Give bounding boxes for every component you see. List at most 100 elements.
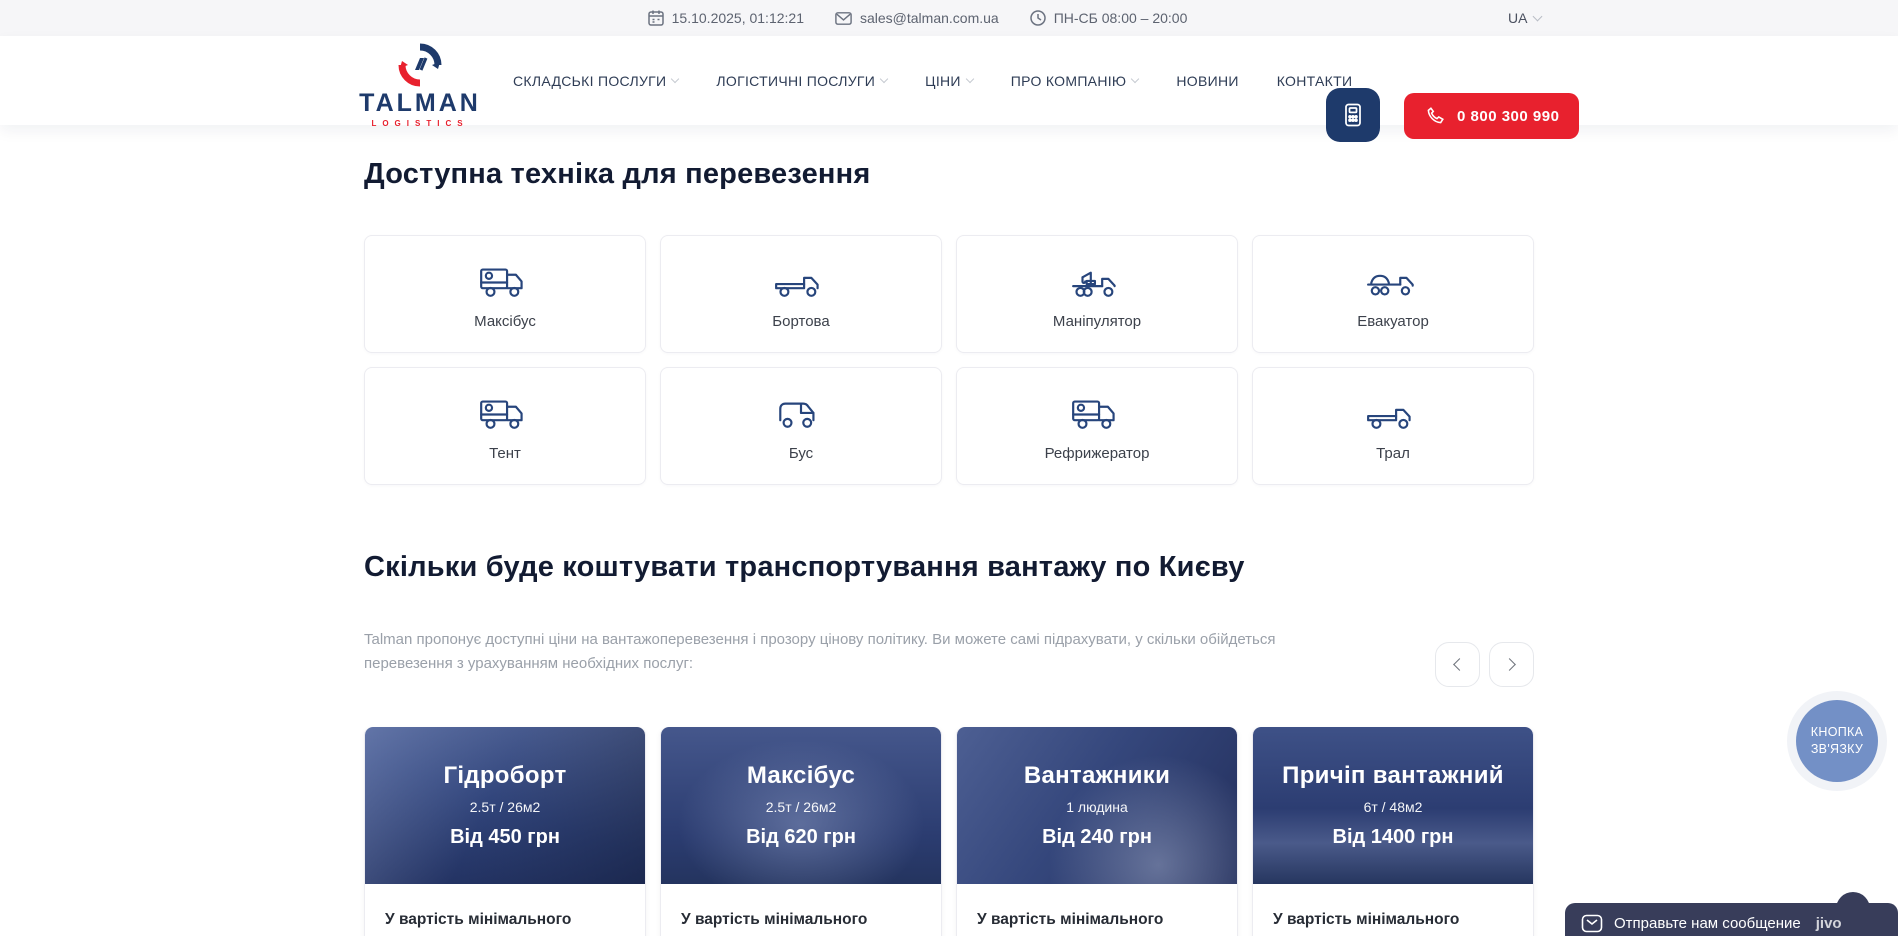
box-truck-icon [476,264,534,300]
vehicle-card-crane[interactable]: Маніпулятор [956,235,1238,353]
nav-label: ЛОГІСТИЧНІ ПОСЛУГИ [716,73,875,89]
phone-icon [1424,106,1445,127]
jivo-logo: jivo [1816,915,1842,932]
calendar-icon [647,9,665,27]
price-card-image: Максібус 2.5т / 26м2 Від 620 грн [661,727,941,884]
vehicles-section-title: Доступна техніка для перевезення [364,158,1534,191]
nav-label: КОНТАКТИ [1277,73,1353,89]
callback-label-line1: КНОПКА [1811,724,1863,741]
price-card-title: Максібус [747,762,855,790]
vehicles-grid: Максібус Бортова Маніпулятор Евакуатор Т… [364,235,1534,485]
vehicle-card-refrigerator[interactable]: Рефрижератор [956,367,1238,485]
price-card-price: Від 450 грн [450,826,560,849]
chat-widget-bar[interactable]: Отправьте нам сообщение jivo [1565,903,1898,936]
carousel-arrows [1435,642,1534,687]
tent-truck-icon [476,396,534,432]
carousel-prev-button[interactable] [1435,642,1480,687]
vehicle-label: Максібус [474,313,536,330]
price-card-price: Від 240 грн [1042,826,1152,849]
price-card-note: У вартість мінімального замовлення за 45… [385,908,625,936]
envelope-icon [834,9,853,27]
price-card-note: У вартість мінімального замовлення за 45… [1273,908,1513,936]
chat-label: Отправьте нам сообщение [1614,915,1801,932]
carousel-next-button[interactable] [1489,642,1534,687]
site-header: TALMAN LOGISTICS СКЛАДСЬКІ ПОСЛУГИ ЛОГІС… [0,36,1898,125]
nav-news[interactable]: НОВИНИ [1176,73,1238,89]
logo[interactable]: TALMAN LOGISTICS [352,42,488,128]
nav-label: СКЛАДСЬКІ ПОСЛУГИ [513,73,666,89]
price-card-price: Від 620 грн [746,826,856,849]
price-card-title: Причіп вантажний [1282,762,1504,790]
van-icon [772,396,830,432]
email-link[interactable]: sales@talman.com.ua [834,9,999,27]
price-card-spec: 6т / 48м2 [1364,799,1423,815]
phone-call-button[interactable]: 0 800 300 990 [1404,93,1579,139]
nav-prices[interactable]: ЦІНИ [925,73,973,89]
nav-label: НОВИНИ [1176,73,1238,89]
price-card-image: Гідроборт 2.5т / 26м2 Від 450 грн [365,727,645,884]
refrigerator-truck-icon [1068,396,1126,432]
chevron-down-icon [1131,74,1139,82]
chevron-down-icon [966,74,974,82]
vehicle-card-maxibus[interactable]: Максібус [364,235,646,353]
nav-label: ЦІНИ [925,73,961,89]
language-selector[interactable]: UA [1480,0,1541,36]
pricing-cards: Гідроборт 2.5т / 26м2 Від 450 грн У варт… [364,727,1534,936]
datetime: 15.10.2025, 01:12:21 [647,9,804,27]
working-hours: ПН-СБ 08:00 – 20:00 [1029,9,1188,27]
datetime-text: 15.10.2025, 01:12:21 [672,10,804,26]
nav-label: ПРО КОМПАНІЮ [1011,73,1127,89]
ukraine-flag-icon [1480,11,1501,25]
price-card-spec: 1 людина [1066,799,1128,815]
vehicle-card-tow[interactable]: Евакуатор [1252,235,1534,353]
lowboy-trailer-icon [1364,396,1422,432]
tow-truck-icon [1364,264,1422,300]
price-card-note: У вартість мінімального замовлення за 45… [681,908,921,936]
chat-envelope-icon [1581,914,1603,933]
nav-warehouse-services[interactable]: СКЛАДСЬКІ ПОСЛУГИ [513,73,678,89]
price-card-image: Вантажники 1 людина Від 240 грн [957,727,1237,884]
pricing-section-title: Скільки буде коштувати транспортування в… [364,551,1534,584]
nav-contacts[interactable]: КОНТАКТИ [1277,73,1353,89]
price-card-spec: 2.5т / 26м2 [766,799,837,815]
main-nav: СКЛАДСЬКІ ПОСЛУГИ ЛОГІСТИЧНІ ПОСЛУГИ ЦІН… [513,36,1352,125]
hours-text: ПН-СБ 08:00 – 20:00 [1054,10,1188,26]
chevron-down-icon [1533,11,1543,21]
topbar: 15.10.2025, 01:12:21 sales@talman.com.ua… [0,0,1898,36]
vehicle-card-lowboy[interactable]: Трал [1252,367,1534,485]
price-card-loaders[interactable]: Вантажники 1 людина Від 240 грн У вартіс… [956,727,1238,936]
vehicle-label: Рефрижератор [1045,445,1150,462]
price-card-maxibus[interactable]: Максібус 2.5т / 26м2 Від 620 грн У варті… [660,727,942,936]
vehicle-label: Трал [1376,445,1410,462]
vehicle-label: Бортова [772,313,829,330]
nav-logistics-services[interactable]: ЛОГІСТИЧНІ ПОСЛУГИ [716,73,887,89]
phone-number: 0 800 300 990 [1457,108,1559,125]
price-card-cargo-trailer[interactable]: Причіп вантажний 6т / 48м2 Від 1400 грн … [1252,727,1534,936]
callback-label-line2: ЗВ'ЯЗКУ [1811,741,1863,758]
vehicle-card-van[interactable]: Бус [660,367,942,485]
chevron-right-icon [1503,658,1516,671]
price-card-title: Гідроборт [443,762,566,790]
vehicle-label: Евакуатор [1357,313,1429,330]
price-card-spec: 2.5т / 26м2 [470,799,541,815]
callback-button[interactable]: КНОПКА ЗВ'ЯЗКУ [1787,691,1887,791]
vehicle-label: Маніпулятор [1053,313,1141,330]
price-card-image: Причіп вантажний 6т / 48м2 Від 1400 грн [1253,727,1533,884]
vehicle-label: Бус [789,445,813,462]
pricing-description: Talman пропонує доступні ціни на вантажо… [364,628,1289,676]
vehicle-card-flatbed[interactable]: Бортова [660,235,942,353]
price-card-hydroboard[interactable]: Гідроборт 2.5т / 26м2 Від 450 грн У варт… [364,727,646,936]
price-card-price: Від 1400 грн [1333,826,1454,849]
chevron-down-icon [671,74,679,82]
clock-icon [1029,9,1047,27]
chevron-down-icon [880,74,888,82]
logo-title: TALMAN [359,89,481,118]
vehicle-label: Тент [489,445,521,462]
calculator-button[interactable] [1326,88,1380,142]
language-code: UA [1508,10,1527,26]
vehicle-card-tent[interactable]: Тент [364,367,646,485]
price-card-title: Вантажники [1024,762,1170,790]
nav-about[interactable]: ПРО КОМПАНІЮ [1011,73,1139,89]
flatbed-truck-icon [772,264,830,300]
talman-logo-icon [397,42,443,88]
